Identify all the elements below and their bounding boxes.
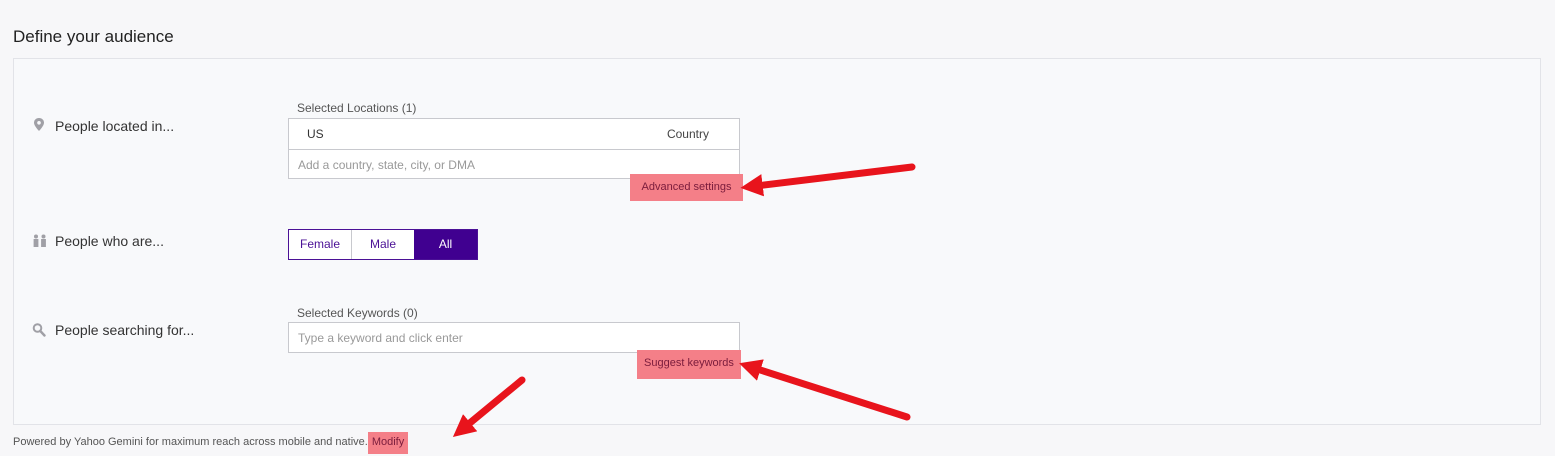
arrow-advanced-settings [740,163,916,197]
annotation-arrows [452,163,916,437]
arrow-suggest-keywords [739,359,911,421]
arrow-modify [452,376,526,437]
